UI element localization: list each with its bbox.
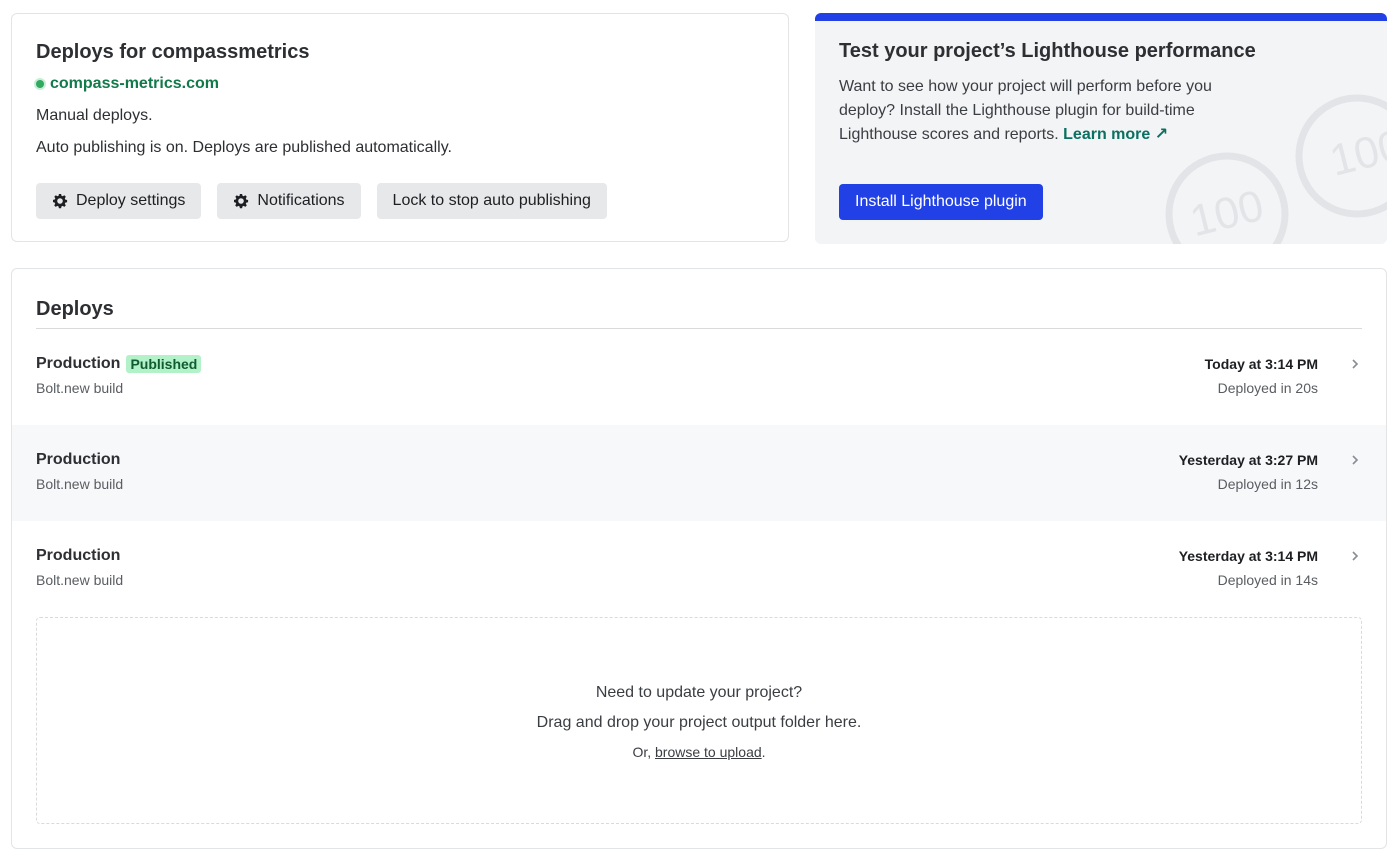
deploy-source: Bolt.new build — [36, 380, 124, 396]
deploy-duration: Deployed in 12s — [1217, 476, 1318, 492]
deploy-summary-card: Deploys for compassmetrics compass-metri… — [11, 13, 789, 242]
deploy-context-label: Production — [36, 547, 121, 564]
published-badge: Published — [126, 355, 202, 373]
dropzone-instructions: Drag and drop your project output folder… — [536, 714, 862, 731]
score-graphic-text-1: 100 — [1185, 181, 1268, 244]
deploy-row[interactable]: Production Bolt.new build Yesterday at 3… — [12, 521, 1386, 617]
chevron-right-icon — [1352, 359, 1359, 369]
deploy-time: Today at 3:14 PM — [1204, 356, 1318, 372]
lighthouse-score-graphic: 100 100 — [1165, 94, 1387, 244]
deploy-source: Bolt.new build — [36, 476, 124, 492]
deploy-duration: Deployed in 20s — [1217, 380, 1318, 396]
deploy-time: Yesterday at 3:27 PM — [1178, 452, 1318, 468]
lighthouse-card: Test your project’s Lighthouse performan… — [815, 13, 1387, 244]
deploy-row[interactable]: Production Published Bolt.new build Toda… — [12, 329, 1386, 425]
lock-auto-publishing-label: Lock to stop auto publishing — [392, 192, 591, 209]
deploys-list-card: Deploys Production Published Bolt.new bu… — [11, 268, 1387, 849]
site-url-text: compass-metrics.com — [50, 75, 219, 92]
deploy-context: Production — [36, 451, 120, 469]
browse-to-upload-link[interactable]: browse to upload — [655, 744, 762, 760]
gear-icon — [53, 194, 68, 209]
deploy-context: Production — [36, 547, 120, 565]
lighthouse-title: Test your project’s Lighthouse performan… — [839, 40, 1256, 62]
notifications-label: Notifications — [257, 192, 345, 209]
score-graphic-text-2: 100 — [1325, 120, 1387, 185]
deploy-source: Bolt.new build — [36, 572, 124, 588]
auto-publish-status: Auto publishing is on. Deploys are publi… — [36, 139, 452, 156]
install-lighthouse-button[interactable]: Install Lighthouse plugin — [839, 184, 1043, 220]
upload-dropzone[interactable]: Need to update your project? Drag and dr… — [36, 617, 1362, 824]
dropzone-prefix: Or, — [632, 744, 652, 760]
dropzone-browse-line: Or, browse to upload. — [37, 744, 1361, 760]
deploy-context-label: Production — [36, 451, 121, 468]
deploy-settings-button[interactable]: Deploy settings — [36, 183, 202, 219]
learn-more-label: Learn more — [1063, 126, 1151, 143]
deploy-context: Production Published — [36, 355, 202, 373]
gear-icon — [234, 194, 249, 209]
chevron-right-icon — [1352, 551, 1359, 561]
learn-more-link[interactable]: Learn more ↗ — [1063, 126, 1168, 143]
deploy-mode-text: Manual deploys. — [36, 107, 153, 124]
deploy-settings-label: Deploy settings — [76, 192, 186, 209]
deploy-duration: Deployed in 14s — [1217, 572, 1318, 588]
deploys-title: Deploys — [36, 298, 114, 320]
dropzone-heading: Need to update your project? — [595, 684, 803, 701]
dropzone-suffix: . — [761, 744, 766, 760]
status-dot-icon — [36, 80, 44, 88]
notifications-button[interactable]: Notifications — [217, 183, 361, 219]
deploy-row[interactable]: Production Bolt.new build Yesterday at 3… — [12, 425, 1386, 521]
deploy-context-label: Production — [36, 355, 121, 372]
site-url-link[interactable]: compass-metrics.com — [36, 75, 219, 93]
lighthouse-accent-bar — [815, 13, 1387, 21]
deploy-actions: Deploy settings Notifications Lock to st… — [36, 183, 607, 219]
deploy-time: Yesterday at 3:14 PM — [1178, 548, 1318, 564]
chevron-right-icon — [1352, 455, 1359, 465]
lock-auto-publishing-button[interactable]: Lock to stop auto publishing — [376, 183, 607, 219]
deploy-card-title: Deploys for compassmetrics — [36, 41, 310, 63]
